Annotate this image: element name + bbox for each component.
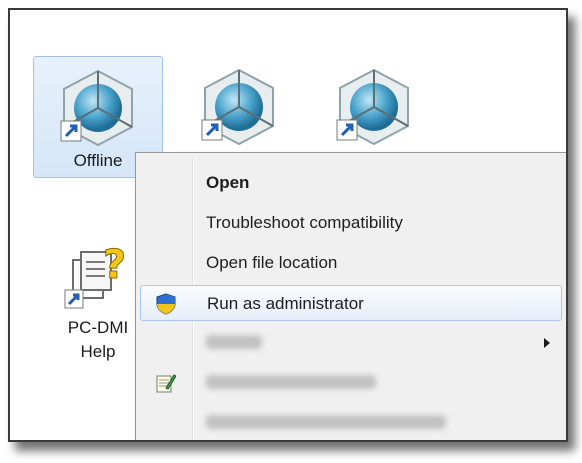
menu-item-blurred-2[interactable] bbox=[140, 365, 562, 401]
blurred-label bbox=[206, 375, 376, 389]
blurred-label bbox=[206, 415, 446, 429]
globe-cube-shortcut-icon bbox=[336, 68, 409, 146]
context-menu: Open Troubleshoot compatibility Open fil… bbox=[135, 152, 566, 440]
menu-item-label: Open file location bbox=[206, 253, 338, 272]
notepad-icon bbox=[156, 374, 176, 393]
menu-item-label: Open bbox=[206, 173, 250, 192]
blurred-label bbox=[206, 335, 262, 349]
svg-text:?: ? bbox=[103, 242, 126, 288]
menu-item-blurred-3[interactable] bbox=[140, 405, 562, 440]
menu-item-open[interactable]: Open bbox=[140, 165, 562, 201]
menu-item-blurred-1[interactable] bbox=[140, 325, 562, 361]
menu-item-label: Run as administrator bbox=[207, 294, 364, 313]
globe-cube-shortcut-icon bbox=[60, 69, 133, 147]
menu-item-label: Troubleshoot compatibility bbox=[206, 213, 403, 232]
uac-shield-icon bbox=[156, 293, 176, 315]
submenu-arrow-icon bbox=[544, 338, 550, 348]
menu-item-troubleshoot-compatibility[interactable]: Troubleshoot compatibility bbox=[140, 205, 562, 241]
menu-item-run-as-administrator[interactable]: Run as administrator bbox=[140, 285, 562, 321]
menu-item-open-file-location[interactable]: Open file location bbox=[140, 245, 562, 281]
globe-cube-shortcut-icon bbox=[201, 68, 274, 146]
screenshot-frame: Offline ? PC-DMI Help Open Troubleshoot … bbox=[8, 8, 568, 442]
help-document-shortcut-icon: ? bbox=[64, 242, 127, 309]
